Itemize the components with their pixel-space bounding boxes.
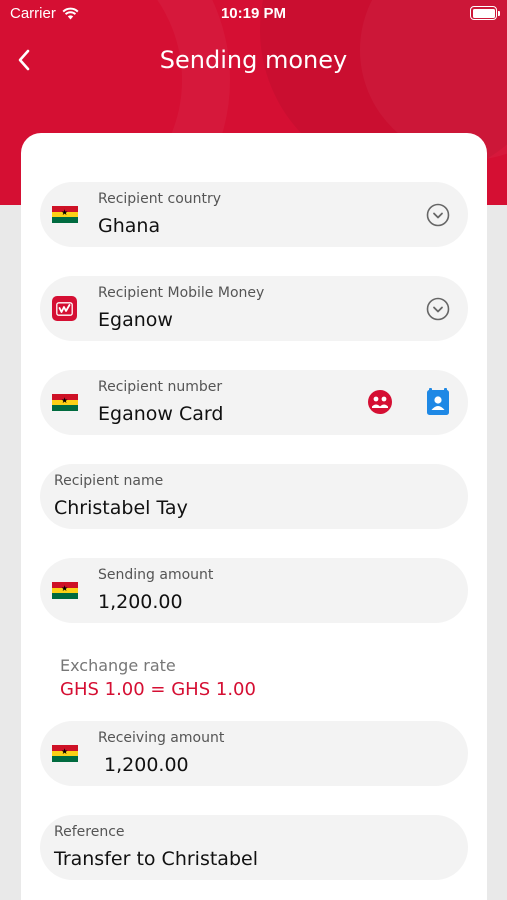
recipient-country-value: Ghana [98, 215, 161, 237]
chevron-down-icon[interactable] [426, 297, 450, 321]
sending-amount-value: 1,200.00 [98, 591, 183, 613]
recipient-country-select[interactable]: Recipient country Ghana [40, 182, 468, 247]
people-group-icon [368, 390, 392, 414]
ghana-flag-icon [52, 206, 78, 223]
exchange-rate-label: Exchange rate [60, 656, 176, 675]
eganow-logo-icon [52, 296, 77, 321]
ghana-flag-icon [52, 582, 78, 599]
recent-recipients-button[interactable] [366, 388, 394, 416]
ghana-flag-icon [52, 745, 78, 762]
reference-value: Transfer to Christabel [54, 848, 258, 870]
navigation-bar: Sending money [0, 40, 507, 80]
exchange-rate-value: GHS 1.00 = GHS 1.00 [60, 679, 256, 700]
reference-field[interactable]: Reference Transfer to Christabel [40, 815, 468, 880]
recipient-number-field[interactable]: Recipient number Eganow Card [40, 370, 468, 435]
sending-amount-field[interactable]: Sending amount 1,200.00 [40, 558, 468, 623]
receiving-amount-field[interactable]: Receiving amount 1,200.00 [40, 721, 468, 786]
status-bar: Carrier 10:19 PM [0, 0, 507, 28]
reference-label: Reference [54, 824, 125, 840]
battery-icon [470, 6, 500, 20]
contacts-book-icon [427, 388, 449, 415]
chevron-down-icon[interactable] [426, 203, 450, 227]
recipient-mobile-money-label: Recipient Mobile Money [98, 285, 265, 301]
sending-amount-label: Sending amount [98, 567, 214, 583]
recipient-name-label: Recipient name [54, 473, 164, 489]
receiving-amount-value: 1,200.00 [98, 754, 189, 776]
recipient-country-label: Recipient country [98, 191, 222, 207]
recipient-number-label: Recipient number [98, 379, 223, 395]
recipient-name-field[interactable]: Recipient name Christabel Tay [40, 464, 468, 529]
recipient-number-value: Eganow Card [98, 403, 224, 425]
ghana-flag-icon [52, 394, 78, 411]
contacts-button[interactable] [424, 388, 452, 416]
recipient-name-value: Christabel Tay [54, 497, 188, 519]
receiving-amount-label: Receiving amount [98, 730, 225, 746]
page-title: Sending money [159, 46, 348, 74]
recipient-mobile-money-value: Eganow [98, 309, 173, 331]
recipient-mobile-money-select[interactable]: Recipient Mobile Money Eganow [40, 276, 468, 341]
clock: 10:19 PM [220, 5, 287, 22]
